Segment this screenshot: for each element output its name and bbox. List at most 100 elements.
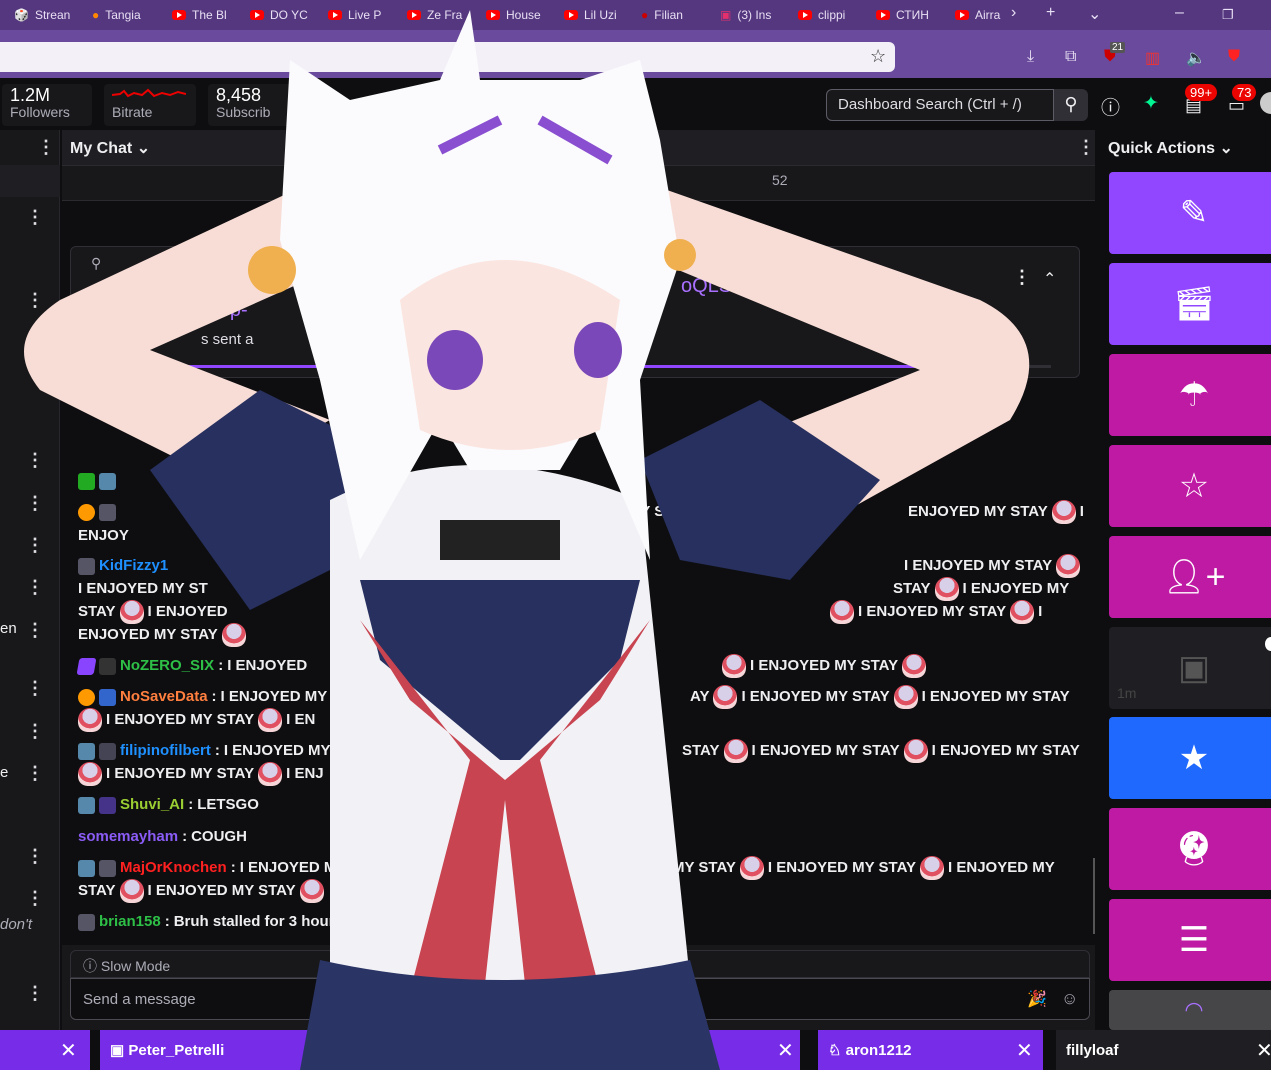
new-tab-icon[interactable]: + xyxy=(1046,4,1055,22)
emote-icon xyxy=(1010,600,1035,624)
close-icon[interactable]: ✕ xyxy=(1016,1038,1033,1063)
more-options-icon[interactable]: ⋮ xyxy=(26,536,44,554)
featured-button[interactable]: ★ xyxy=(1109,717,1271,799)
chat-username[interactable]: MajOrKnochen xyxy=(120,857,227,879)
more-options-icon[interactable]: ⋮ xyxy=(26,208,44,226)
clip-button[interactable]: 🎬︎ xyxy=(1109,263,1271,345)
more-options-icon[interactable]: ⋮ xyxy=(26,764,44,782)
chat-username[interactable]: NoZERO_SIX xyxy=(120,655,214,677)
emote-icon xyxy=(78,708,102,732)
pinned-message[interactable]: ⚲ rFp- s sent a oQLSe6H ⋮ ⌃ xyxy=(70,246,1080,378)
bottom-tab[interactable]: ♘ aron1212 xyxy=(818,1030,1043,1070)
browser-tab[interactable]: Ze Fra xyxy=(407,6,467,24)
pinned-link[interactable]: rFp- xyxy=(211,299,248,322)
more-options-icon[interactable]: ⋮ xyxy=(26,578,44,596)
more-options-icon[interactable]: ⋮ xyxy=(26,291,44,309)
chevron-right-icon[interactable]: › xyxy=(1011,4,1016,22)
chat-username[interactable]: filipinofilbert xyxy=(120,740,211,762)
download-icon[interactable]: ⤓ xyxy=(1027,48,1034,66)
layout-button[interactable]: ☰ xyxy=(1109,899,1271,981)
subscribers-stat[interactable]: 8,458 Subscrib xyxy=(208,84,298,126)
minimize-icon[interactable]: – xyxy=(1175,4,1184,22)
browser-tab[interactable]: Live P xyxy=(328,6,388,24)
browser-tab[interactable]: ● Tangia xyxy=(92,6,156,24)
chat-message: I ENJOYED MY STAY xyxy=(722,654,927,678)
dashboard-search-input[interactable]: Dashboard Search (Ctrl + /) xyxy=(826,89,1054,121)
emote-icon xyxy=(903,739,928,763)
more-options-icon[interactable]: ⋮ xyxy=(26,847,44,865)
favorite-button[interactable]: ☆ xyxy=(1109,445,1271,527)
chat-options-icon[interactable]: ⋮ xyxy=(1077,138,1095,156)
youtube-icon xyxy=(876,10,890,20)
browser-tab[interactable]: ▣ (3) Ins xyxy=(720,6,780,24)
emote-icon xyxy=(258,762,283,786)
ad-icon: ▣ xyxy=(1177,649,1211,687)
extensions-icon[interactable]: ⧉ xyxy=(1065,48,1076,66)
browser-tab[interactable]: DO YC xyxy=(250,6,310,24)
chat-input[interactable]: Send a message 🎉 ☺ xyxy=(70,978,1090,1020)
more-options-icon[interactable]: ⋮ xyxy=(26,984,44,1002)
more-options-icon[interactable]: ⋮ xyxy=(26,451,44,469)
badges xyxy=(78,501,116,523)
bottom-tab[interactable]: ▣ Peter_Petrelli xyxy=(100,1030,800,1070)
browser-tab[interactable]: 🎲 Strean xyxy=(14,6,74,24)
chat-username[interactable]: Shuvi_AI xyxy=(120,794,184,816)
chevron-down-icon[interactable]: ⌄ xyxy=(1088,4,1101,24)
badge-icon xyxy=(99,859,116,877)
more-options-icon[interactable]: ⋮ xyxy=(26,679,44,697)
chat-username[interactable]: NoSaveData xyxy=(120,686,208,708)
bitrate-stat[interactable]: Bitrate xyxy=(104,84,196,126)
more-options-icon[interactable]: ⋮ xyxy=(37,138,55,156)
address-bar[interactable]: ☆ xyxy=(0,42,895,72)
emoji-icon[interactable]: ☺ xyxy=(1061,989,1078,1009)
chat-title-dropdown[interactable]: My Chat ⌄ xyxy=(70,138,150,158)
youtube-icon xyxy=(172,10,186,20)
chat-username[interactable]: brian158 xyxy=(99,911,161,933)
browser-tab[interactable]: СТИН xyxy=(876,6,936,24)
party-icon[interactable]: 🎉 xyxy=(1027,989,1047,1009)
sparkle-icon[interactable]: ✦ xyxy=(1143,92,1159,115)
close-icon[interactable]: ✕ xyxy=(1256,1038,1271,1063)
browser-tab[interactable]: House xyxy=(486,6,546,24)
volume-icon[interactable]: 🔈 xyxy=(1186,48,1206,68)
help-icon[interactable]: ⓘ xyxy=(1101,93,1120,120)
add-user-button[interactable]: 👤︎+ xyxy=(1109,536,1271,618)
emote-icon xyxy=(920,856,945,880)
chat-username[interactable]: somemayham xyxy=(78,826,178,848)
prediction-button[interactable]: 🔮︎ xyxy=(1109,808,1271,890)
chat-message: I ENJOYED MY STAY I xyxy=(830,600,1042,624)
more-options-icon[interactable]: ⋮ xyxy=(26,722,44,740)
followers-stat[interactable]: 1.2M Followers xyxy=(2,84,92,126)
collapse-icon[interactable]: ⌃ xyxy=(1043,269,1056,289)
search-icon[interactable]: ⚲ xyxy=(1054,89,1088,121)
chat-message: I ENJOYED MY ST xyxy=(78,580,208,597)
toggle-knob[interactable] xyxy=(1265,637,1271,651)
star-bookmark-icon[interactable]: ☆ xyxy=(870,46,886,67)
chat-username[interactable]: KidFizzy1 xyxy=(99,555,168,577)
chat-scrollbar[interactable] xyxy=(1093,858,1095,934)
bottom-tab[interactable]: fillyloaf xyxy=(1056,1030,1271,1070)
raid-button[interactable]: ☂ xyxy=(1109,354,1271,436)
quick-actions-dropdown[interactable]: Quick Actions ⌄ xyxy=(1108,138,1233,158)
restore-icon[interactable]: ❐ xyxy=(1222,7,1234,23)
browser-tab[interactable]: clippi xyxy=(798,6,858,24)
extension-icon[interactable]: ▥ xyxy=(1145,48,1160,68)
edit-stream-info-button[interactable]: ✎ xyxy=(1109,172,1271,254)
browser-tab[interactable]: Airra xyxy=(955,6,1003,24)
youtube-ext-icon[interactable]: ⛊ xyxy=(1228,48,1240,66)
emote-icon xyxy=(1056,554,1081,578)
more-options-icon[interactable]: ⋮ xyxy=(26,494,44,512)
browser-tab[interactable]: The Bl xyxy=(172,6,232,24)
badge-icon xyxy=(78,472,95,490)
ad-break-button[interactable]: ▣ 1m xyxy=(1109,627,1271,709)
browser-tab[interactable]: Lil Uzi xyxy=(564,6,624,24)
more-options-icon[interactable]: ⋮ xyxy=(26,621,44,639)
browser-tab[interactable]: ● Filian xyxy=(641,6,701,24)
close-icon[interactable]: ✕ xyxy=(60,1038,77,1063)
close-icon[interactable]: ✕ xyxy=(777,1038,794,1063)
emote-icon xyxy=(258,708,283,732)
pinned-link[interactable]: oQLSe6H xyxy=(681,275,769,298)
hype-button[interactable]: ◠ xyxy=(1109,990,1271,1030)
more-options-icon[interactable]: ⋮ xyxy=(26,889,44,907)
pinned-options-icon[interactable]: ⋮ xyxy=(1013,267,1031,288)
